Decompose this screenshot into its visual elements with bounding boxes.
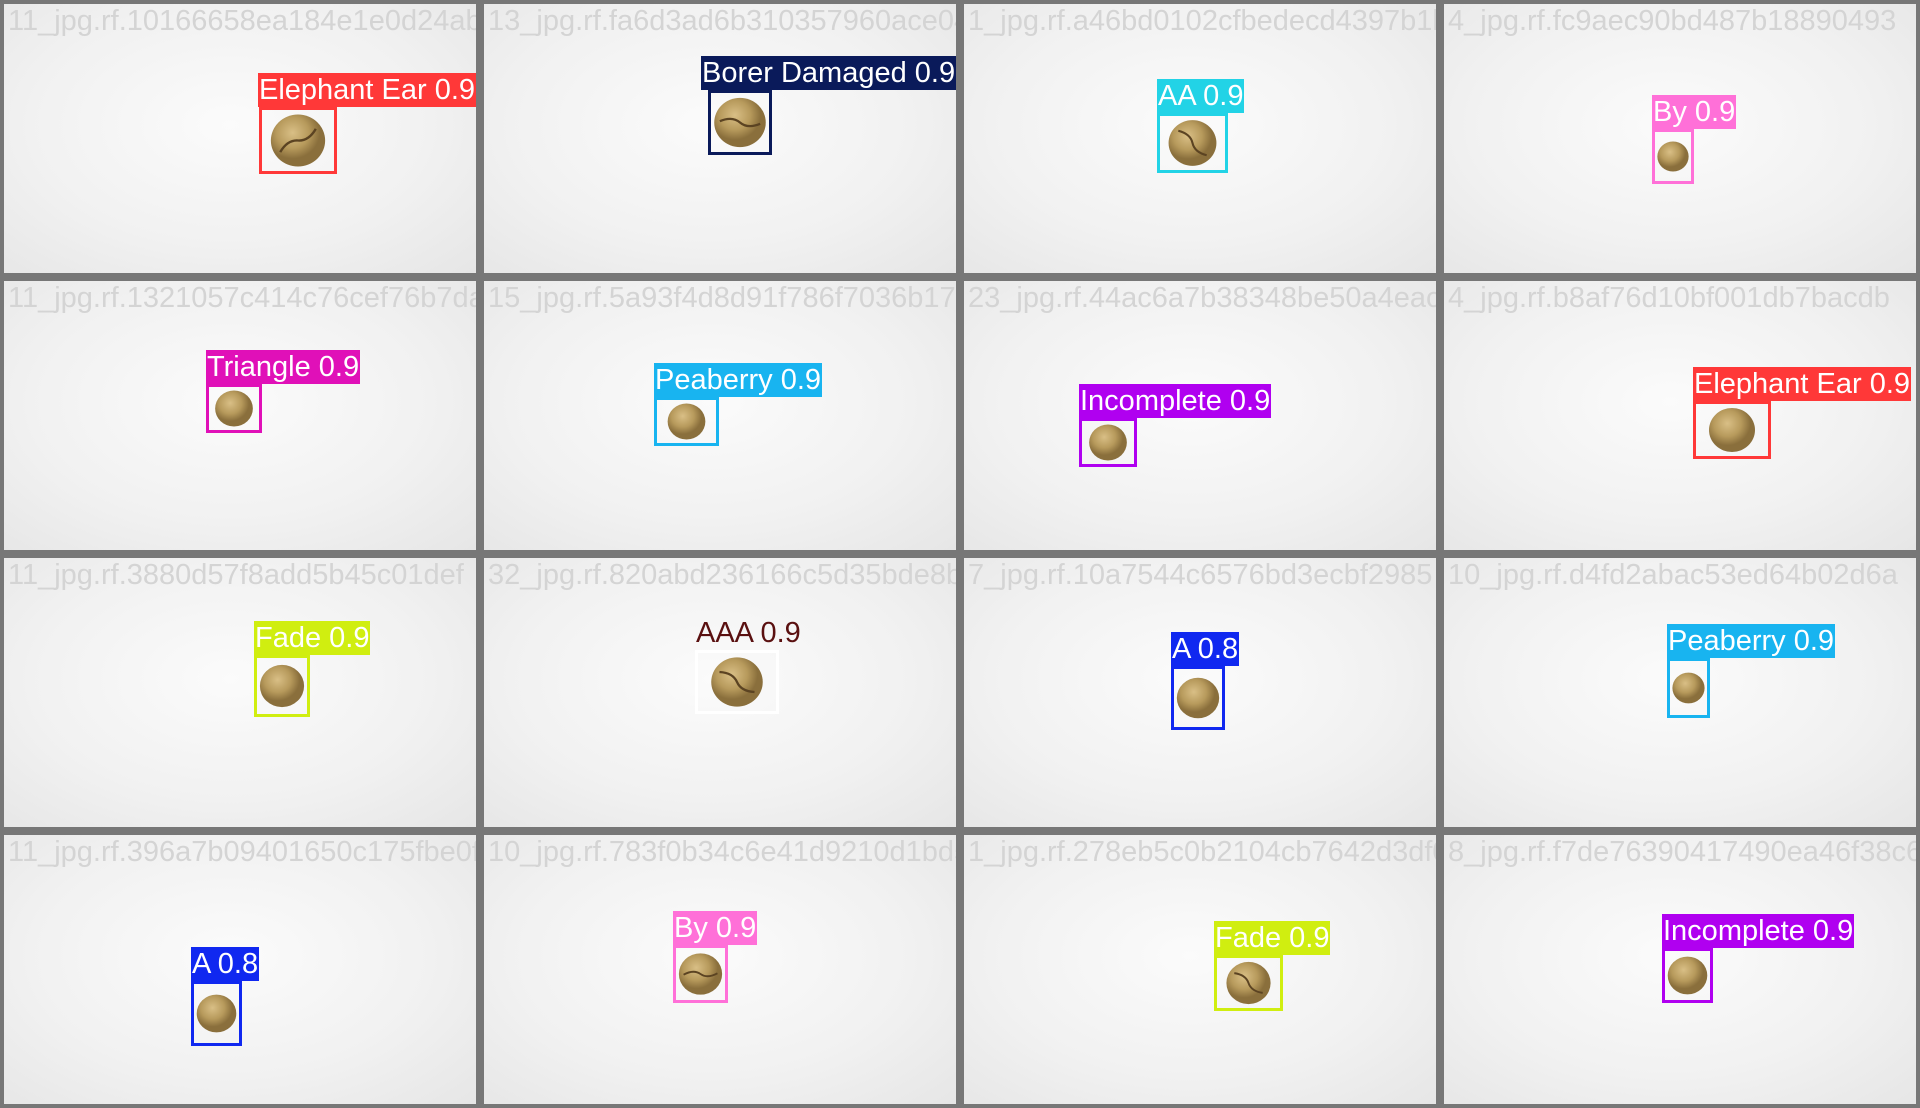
image-filename: 4_jpg.rf.fc9aec90bd487b18890493 xyxy=(1448,5,1897,37)
detection-tile: 11_jpg.rf.3880d57f8add5b45c01def Fade 0.9 xyxy=(0,554,480,831)
bounding-box xyxy=(1667,658,1710,718)
detection-tile: 10_jpg.rf.783f0b34c6e41d9210d1bd5f2c79 By… xyxy=(480,831,960,1108)
detection-tile: 15_jpg.rf.5a93f4d8d91f786f7036b1703 Peabe… xyxy=(480,277,960,554)
detection-label: A 0.8 xyxy=(191,947,260,981)
detection-tile: 7_jpg.rf.10a7544c6576bd3ecbf2985 A 0.8 xyxy=(960,554,1440,831)
image-filename: 11_jpg.rf.10166658ea184e1e0d24ab18a0eaf5 xyxy=(8,5,480,37)
detection-tile: 4_jpg.rf.b8af76d10bf001db7bacdb Elephant … xyxy=(1440,277,1920,554)
image-filename: 10_jpg.rf.d4fd2abac53ed64b02d6a xyxy=(1448,559,1898,591)
detection-label: Borer Damaged 0.9 xyxy=(701,56,956,90)
bounding-box xyxy=(206,384,262,433)
detection-tile: 1_jpg.rf.278eb5c0b2104cb7642d3df08b Fade … xyxy=(960,831,1440,1108)
detection-tile: 11_jpg.rf.396a7b09401650c175fbe0f5 A 0.8 xyxy=(0,831,480,1108)
bounding-box xyxy=(259,107,337,174)
image-filename: 11_jpg.rf.396a7b09401650c175fbe0f5 xyxy=(8,836,480,868)
detection-label: Fade 0.9 xyxy=(254,621,371,655)
image-filename: 11_jpg.rf.3880d57f8add5b45c01def xyxy=(8,559,464,591)
detection-label: Triangle 0.9 xyxy=(206,350,361,384)
bounding-box xyxy=(673,945,728,1003)
bounding-box xyxy=(1079,418,1137,467)
image-filename: 1_jpg.rf.278eb5c0b2104cb7642d3df08b xyxy=(968,836,1440,868)
detection-label: Peaberry 0.9 xyxy=(1667,624,1836,658)
detection-tile: 4_jpg.rf.fc9aec90bd487b18890493 By 0.9 xyxy=(1440,0,1920,277)
bounding-box xyxy=(695,650,779,714)
detection-grid: 11_jpg.rf.10166658ea184e1e0d24ab18a0eaf5… xyxy=(0,0,1920,1108)
detection-label: A 0.8 xyxy=(1171,632,1240,666)
detection-label: Elephant Ear 0.9 xyxy=(1693,367,1912,401)
image-filename: 15_jpg.rf.5a93f4d8d91f786f7036b1703 xyxy=(488,282,960,314)
image-filename: 8_jpg.rf.f7de76390417490ea46f38c6 xyxy=(1448,836,1920,868)
bounding-box xyxy=(191,981,242,1046)
detection-label: AAA 0.9 xyxy=(696,617,801,649)
detection-tile: 11_jpg.rf.10166658ea184e1e0d24ab18a0eaf5… xyxy=(0,0,480,277)
detection-tile: 10_jpg.rf.d4fd2abac53ed64b02d6a Peaberry … xyxy=(1440,554,1920,831)
detection-tile: 11_jpg.rf.1321057c414c76cef76b7da65 Trian… xyxy=(0,277,480,554)
image-filename: 11_jpg.rf.1321057c414c76cef76b7da65 xyxy=(8,282,480,314)
image-filename: 23_jpg.rf.44ac6a7b38348be50a4eac xyxy=(968,282,1440,314)
detection-tile: 23_jpg.rf.44ac6a7b38348be50a4eac Incomple… xyxy=(960,277,1440,554)
detection-label: Elephant Ear 0.9 xyxy=(258,73,476,107)
bounding-box xyxy=(1157,113,1228,173)
bounding-box xyxy=(1171,666,1225,730)
detection-label: Fade 0.9 xyxy=(1214,921,1331,955)
bounding-box xyxy=(1214,955,1283,1011)
detection-label: By 0.9 xyxy=(673,911,758,945)
bounding-box xyxy=(708,90,772,155)
bounding-box xyxy=(654,397,719,446)
bounding-box xyxy=(254,655,310,717)
image-filename: 7_jpg.rf.10a7544c6576bd3ecbf2985 xyxy=(968,559,1433,591)
detection-label: Incomplete 0.9 xyxy=(1079,384,1272,418)
detection-tile: 13_jpg.rf.fa6d3ad6b310357960ace04cd0a9 Bo… xyxy=(480,0,960,277)
image-filename: 10_jpg.rf.783f0b34c6e41d9210d1bd5f2c79 xyxy=(488,836,956,868)
detection-label: Peaberry 0.9 xyxy=(654,363,823,397)
bounding-box xyxy=(1662,948,1713,1003)
detection-tile: 32_jpg.rf.820abd236166c5d35bde8bf907 AAA … xyxy=(480,554,960,831)
detection-tile: 8_jpg.rf.f7de76390417490ea46f38c6 Incompl… xyxy=(1440,831,1920,1108)
detection-tile: 1_jpg.rf.a46bd0102cfbedecd4397b1b4 AA 0.9 xyxy=(960,0,1440,277)
image-filename: 4_jpg.rf.b8af76d10bf001db7bacdb xyxy=(1448,282,1890,314)
image-filename: 1_jpg.rf.a46bd0102cfbedecd4397b1b4 xyxy=(968,5,1440,37)
image-filename: 13_jpg.rf.fa6d3ad6b310357960ace04cd0a9 xyxy=(488,5,956,37)
image-filename: 32_jpg.rf.820abd236166c5d35bde8bf907 xyxy=(488,559,956,591)
bounding-box xyxy=(1693,401,1771,459)
detection-label: By 0.9 xyxy=(1652,95,1737,129)
detection-label: Incomplete 0.9 xyxy=(1662,914,1855,948)
detection-label: AA 0.9 xyxy=(1157,79,1245,113)
bounding-box xyxy=(1652,129,1694,184)
